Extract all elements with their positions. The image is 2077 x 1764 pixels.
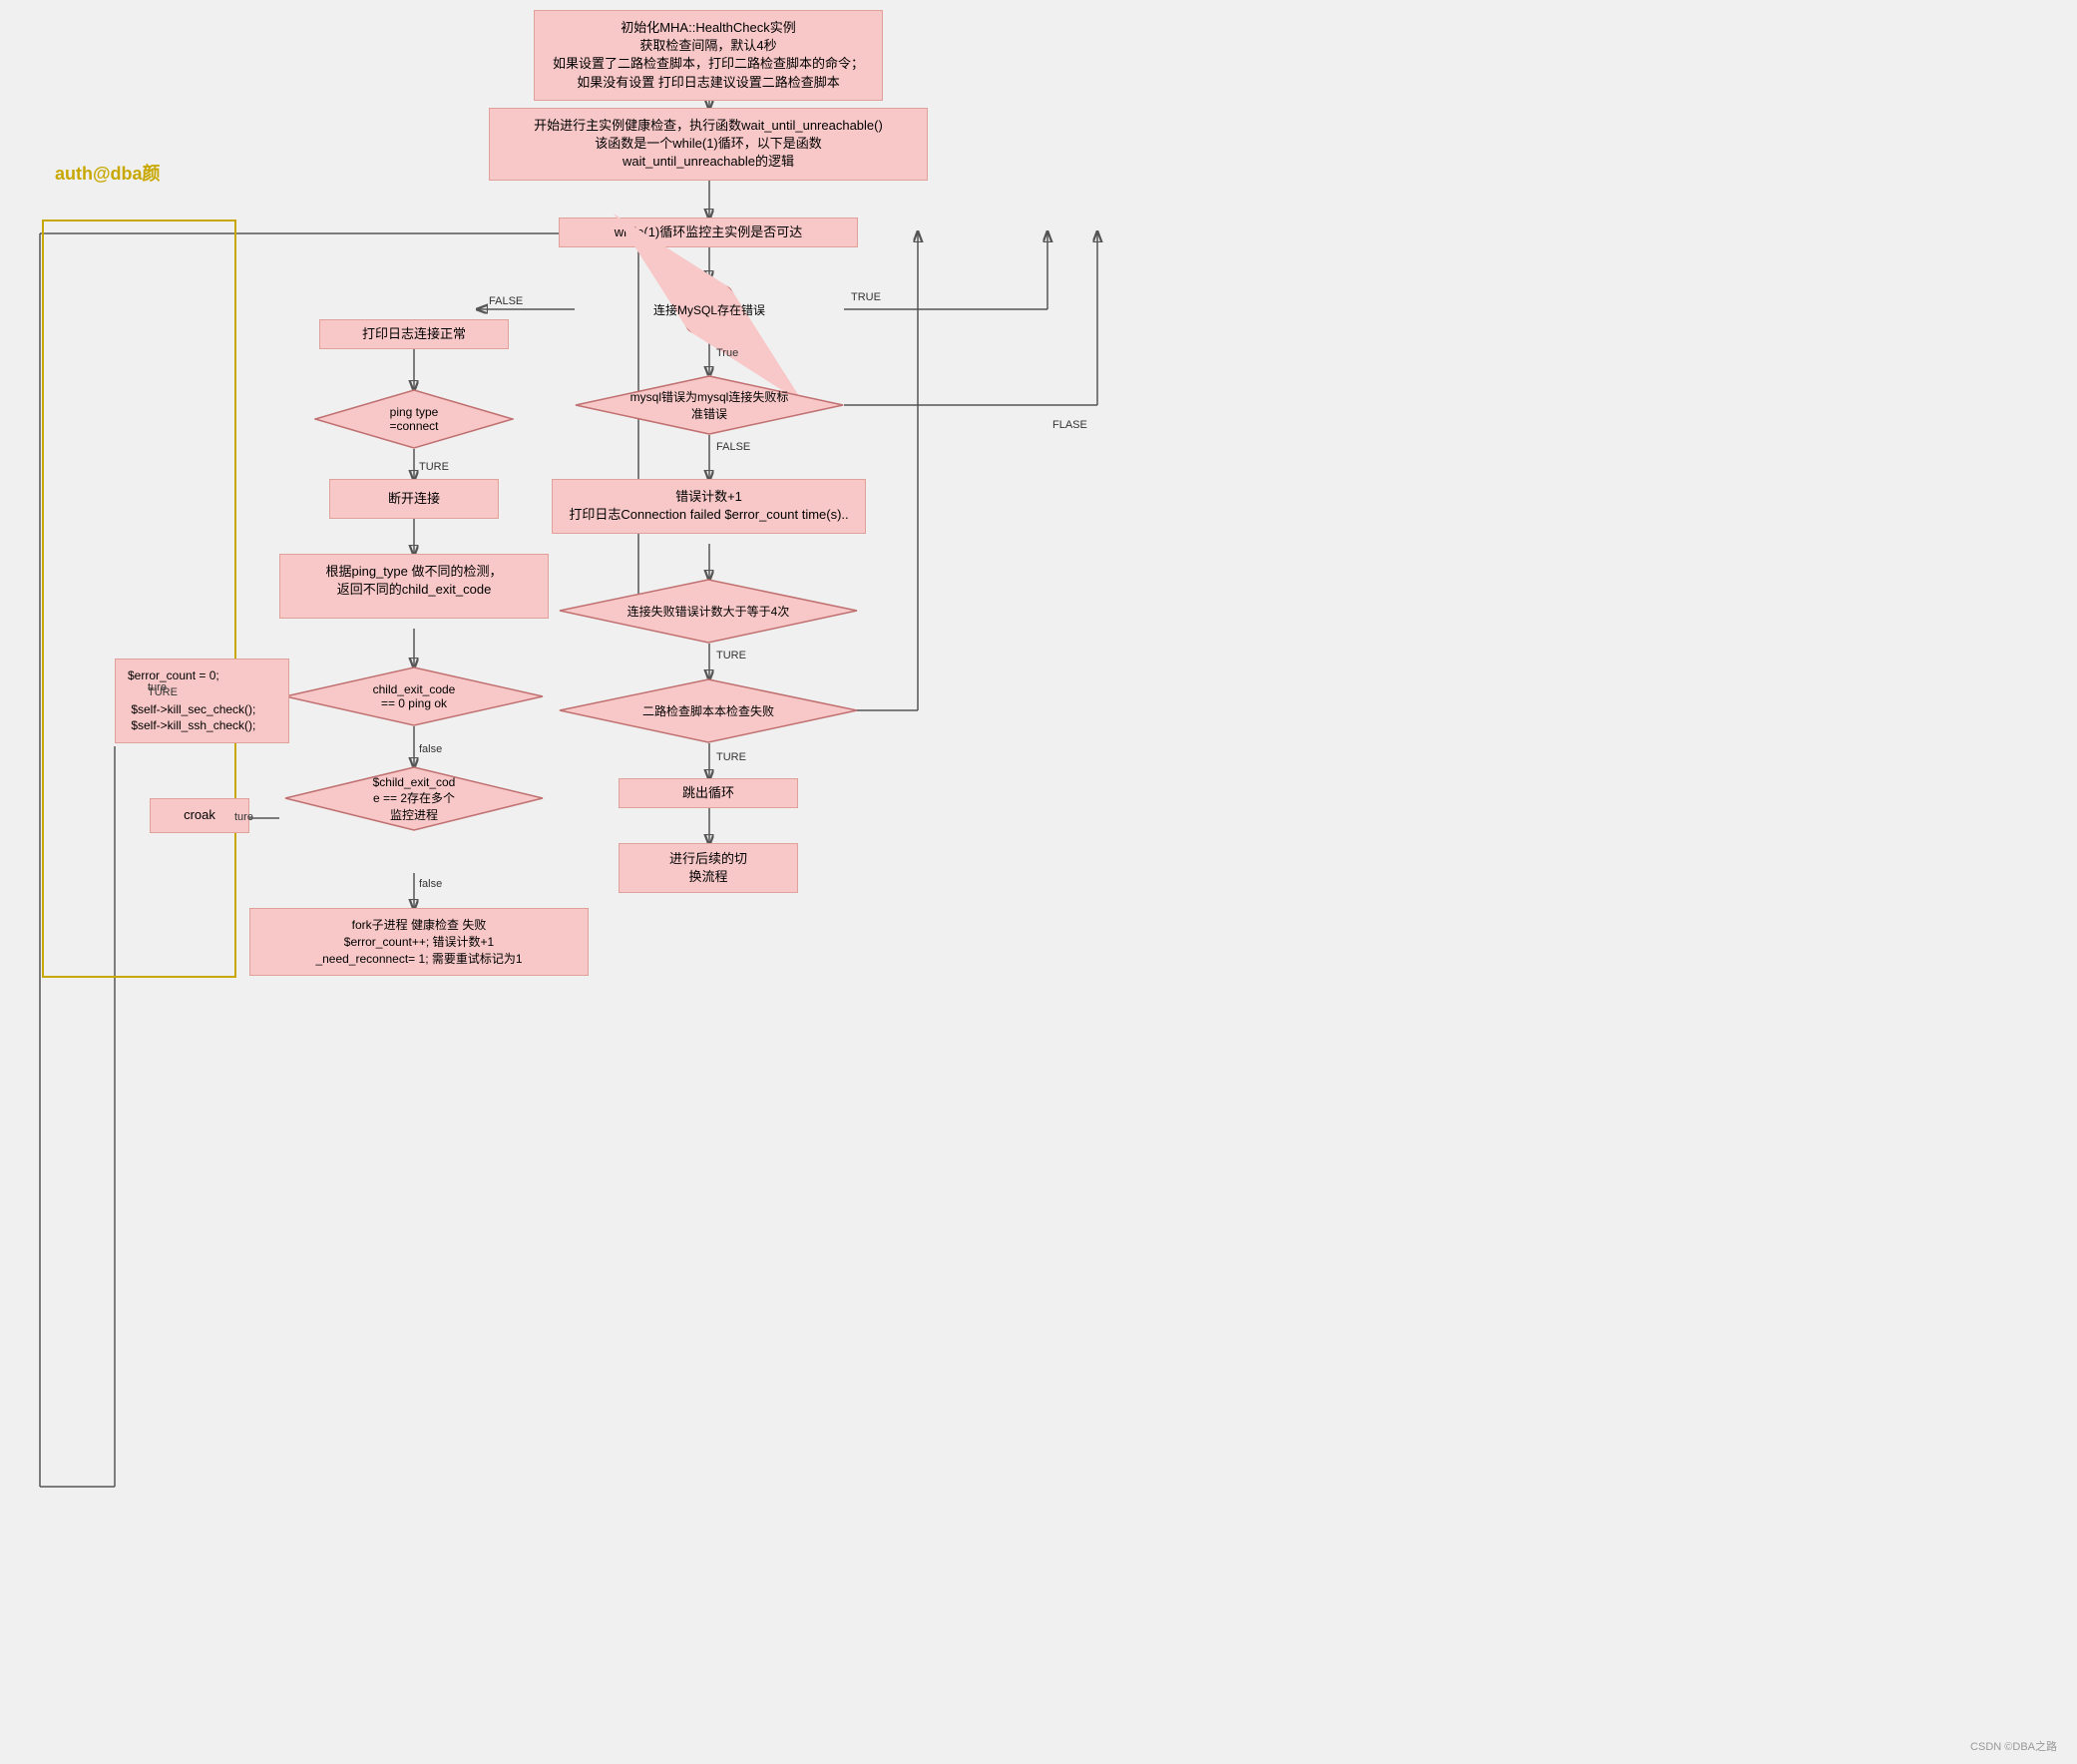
- diamond-child-exit-2: $child_exit_code == 2存在多个监控进程: [284, 766, 544, 831]
- diamond-mysql-std-error: mysql错误为mysql连接失败标准错误: [575, 375, 844, 435]
- label-ture2: TURE: [716, 751, 746, 763]
- label-false4: false: [419, 878, 442, 890]
- node-disconnect: 断开连接: [329, 479, 499, 519]
- node-reset-error: $error_count = 0; $self->kill_sec_check(…: [115, 659, 289, 743]
- node-exit-loop: 跳出循环: [619, 778, 798, 808]
- label-true-upper: TRUE: [851, 291, 881, 303]
- node-fork-fail: fork子进程 健康检查 失败$error_count++; 错误计数+1_ne…: [249, 908, 589, 976]
- node-child-check: 根据ping_type 做不同的检测，返回不同的child_exit_code: [279, 554, 549, 619]
- label-flase-upper: FLASE: [1052, 419, 1087, 431]
- auth-label: auth@dba颜: [55, 160, 161, 186]
- gold-border-box: [42, 220, 236, 978]
- node-init: 初始化MHA::HealthCheck实例获取检查间隔，默认4秒如果设置了二路检…: [534, 10, 883, 101]
- label-false3: false: [419, 743, 442, 755]
- diamond-error-ge4: 连接失败错误计数大于等于4次: [559, 579, 858, 644]
- connectors: [0, 0, 2077, 1764]
- label-ture1: TURE: [716, 650, 746, 662]
- label-ture-connect: TURE: [419, 461, 449, 473]
- node-failover: 进行后续的切换流程: [619, 843, 798, 893]
- node-error-count-inc: 错误计数+1打印日志Connection failed $error_count…: [552, 479, 866, 534]
- node-main-check: 开始进行主实例健康检查，执行函数wait_until_unreachable()…: [489, 108, 928, 181]
- label-ture3: ture: [234, 811, 253, 823]
- watermark: CSDN ©DBA之路: [1970, 1738, 2057, 1754]
- label-false2: FALSE: [716, 441, 750, 453]
- diamond-ping-connect: ping type=connect: [314, 389, 514, 449]
- label-true1: True: [716, 347, 738, 359]
- diamond-secondary-fail: 二路检查脚本本检查失败: [559, 678, 858, 743]
- diamond-mysql-error: 连接MySQL存在错误: [575, 279, 844, 339]
- diamond-child-exit-ok: child_exit_code== 0 ping ok: [284, 666, 544, 726]
- diagram-container: auth@dba颜 初始化MHA::HealthCheck实例获取检查间隔，默认…: [0, 0, 2077, 1764]
- label-false1: FALSE: [489, 295, 523, 307]
- node-print-ok: 打印日志连接正常: [319, 319, 509, 349]
- label-ture-left: TURE: [148, 686, 178, 698]
- node-while-loop: while(1)循环监控主实例是否可达: [559, 218, 858, 247]
